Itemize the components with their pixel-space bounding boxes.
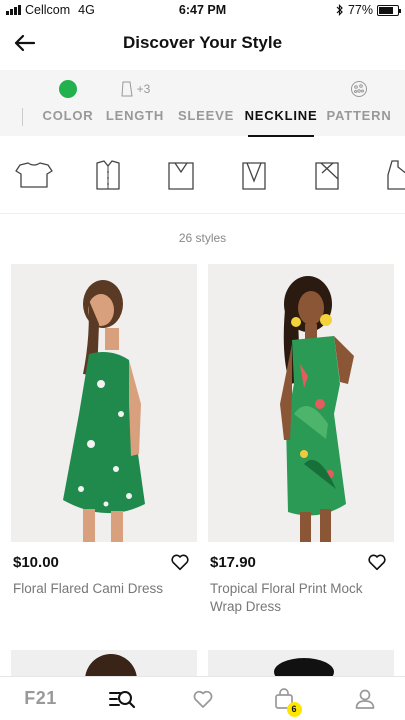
bag-tab[interactable]: 6 (262, 679, 306, 719)
product-image[interactable] (11, 264, 197, 542)
bluetooth-icon (336, 4, 343, 16)
user-icon (355, 689, 374, 709)
deep-v-neck-icon[interactable] (234, 157, 274, 193)
account-tab[interactable] (343, 679, 387, 719)
network: 4G (78, 3, 95, 17)
product-name[interactable]: Tropical Floral Print Mock Wrap Dress (210, 580, 390, 616)
length-extra-count: +3 (136, 82, 151, 96)
wishlist-tab[interactable] (181, 679, 225, 719)
results-count: 26 styles (178, 231, 227, 245)
heart-icon[interactable] (169, 551, 191, 573)
product-card[interactable]: $17.90 Tropical Floral Print Mock Wrap D… (208, 264, 394, 614)
tab-neckline[interactable]: NECKLINE (245, 70, 317, 137)
signal-icon (6, 5, 21, 15)
tab-sleeve-label: SLEEVE (177, 108, 235, 123)
bottom-tab-bar: F21 6 (0, 676, 405, 720)
app-header: Discover Your Style (0, 20, 405, 66)
tab-length-label: LENGTH (105, 108, 165, 123)
cart-count-badge: 6 (286, 701, 302, 717)
tab-pattern[interactable]: PATTERN (326, 70, 392, 136)
pattern-icon (351, 81, 367, 97)
color-swatch-icon (59, 80, 77, 98)
tab-length[interactable]: +3 LENGTH (105, 70, 165, 136)
v-neck-icon[interactable] (161, 157, 201, 193)
page-title: Discover Your Style (122, 33, 283, 52)
f21-logo: F21 (24, 688, 57, 708)
length-icon (121, 81, 133, 97)
tab-neckline-label: NECKLINE (244, 108, 318, 123)
tab-color-label: COLOR (42, 108, 94, 123)
product-image[interactable] (208, 264, 394, 542)
heart-icon[interactable] (366, 551, 388, 573)
product-card-partial[interactable] (208, 650, 394, 676)
halter-neck-icon[interactable] (380, 157, 405, 193)
product-price: $10.00 (13, 554, 59, 571)
tab-sleeve[interactable]: SLEEVE (177, 70, 235, 136)
back-arrow-icon[interactable] (12, 30, 38, 56)
filter-tabs: COLOR +3 LENGTH SLEEVE NECKLINE PATTERN (0, 70, 405, 137)
carrier: Cellcom (25, 3, 71, 17)
divider (22, 108, 23, 126)
discover-search-icon (108, 690, 135, 708)
battery-icon (377, 4, 401, 16)
neckline-options (0, 137, 405, 214)
tab-color[interactable]: COLOR (42, 70, 94, 136)
product-name[interactable]: Floral Flared Cami Dress (13, 580, 193, 598)
product-card[interactable]: $10.00 Floral Flared Cami Dress (11, 264, 197, 596)
wrap-neck-icon[interactable] (307, 157, 347, 193)
home-tab[interactable]: F21 (19, 679, 63, 719)
tab-pattern-label: PATTERN (326, 108, 392, 123)
product-card-partial[interactable] (11, 650, 197, 676)
crew-neck-icon[interactable] (14, 157, 54, 193)
collar-neck-icon[interactable] (88, 157, 128, 193)
status-bar: Cellcom 4G 6:47 PM 77% (0, 0, 405, 20)
heart-icon (193, 690, 212, 708)
battery-percent: 77% (347, 3, 373, 17)
discover-tab[interactable] (100, 679, 144, 719)
product-price: $17.90 (210, 554, 256, 571)
